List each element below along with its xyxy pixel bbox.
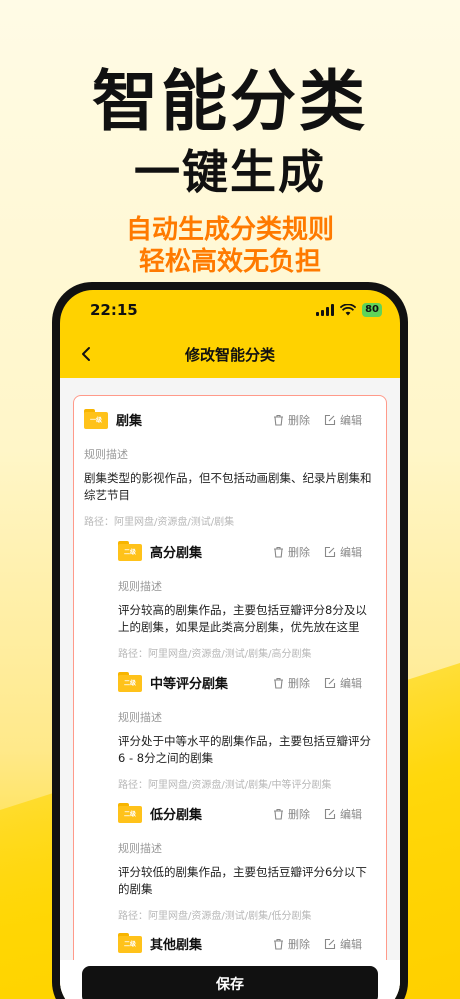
rule-item-level2: 二级 高分剧集 删除 编辑规则描述评分较高的剧集作品，主要包括豆瓣评分8分及以上的剧集… [74,536,386,660]
folder-icon: 一级 [84,409,108,429]
edit-button[interactable]: 编辑 [324,806,362,822]
delete-label: 删除 [288,546,310,559]
rule-header: 二级 低分剧集 删除 编辑 [118,798,372,828]
rule-actions: 删除 编辑 [273,936,362,952]
rule-header: 二级 高分剧集 删除 编辑 [118,536,372,566]
page-title: 修改智能分类 [184,345,275,364]
edit-icon [324,414,336,426]
status-bar: 22:15 80 [60,290,400,330]
rule-item-level2: 二级 低分剧集 删除 编辑规则描述评分较低的剧集作品，主要包括豆瓣评分6分以下的剧集路… [74,798,386,922]
edit-label: 编辑 [340,414,362,427]
delete-button[interactable]: 删除 [273,544,310,560]
rule-header: 二级 其他剧集 删除 编辑 [118,928,372,958]
nav-bar: 修改智能分类 [60,330,400,378]
edit-label: 编辑 [340,677,362,690]
folder-level-badge: 一级 [84,412,108,429]
delete-label: 删除 [288,938,310,951]
delete-button[interactable]: 删除 [273,675,310,691]
edit-label: 编辑 [340,938,362,951]
rule-desc-label: 规则描述 [118,711,162,724]
rule-path: 路径：阿里网盘/资源盘/测试/剧集/低分剧集 [118,911,312,922]
edit-icon [324,938,336,950]
folder-icon: 二级 [118,803,142,823]
rule-actions: 删除 编辑 [273,412,362,428]
edit-label: 编辑 [340,546,362,559]
rule-name: 中等评分剧集 [150,676,229,692]
edit-button[interactable]: 编辑 [324,675,362,691]
rule-desc-label: 规则描述 [118,580,162,593]
rule-description: 剧集类型的影视作品，但不包括动画剧集、纪录片剧集和综艺节目 [84,471,372,502]
delete-label: 删除 [288,808,310,821]
edit-button[interactable]: 编辑 [324,412,362,428]
rule-actions: 删除 编辑 [273,675,362,691]
promo-subtitle: 自动生成分类规则 [125,215,334,245]
rule-item-level1: 一级 剧集 删除 编辑规则描述剧集类型的影视作品，但不包括动画剧集、纪录片剧集和综艺节… [74,404,386,528]
folder-level-badge: 二级 [118,936,142,953]
rule-desc-label: 规则描述 [84,448,128,461]
chevron-left-icon[interactable] [74,342,98,366]
rule-item-level2: 二级 中等评分剧集 删除 编辑规则描述评分处于中等水平的剧集作品，主要包括豆瓣评分6 … [74,667,386,791]
rule-path: 路径：阿里网盘/资源盘/测试/剧集 [84,517,235,528]
edit-button[interactable]: 编辑 [324,936,362,952]
trash-icon [274,938,283,950]
save-button[interactable]: 保存 [82,966,378,999]
rule-desc-label: 规则描述 [118,842,162,855]
promo-title: 智能分类 [92,63,368,140]
rule-description: 评分较高的剧集作品，主要包括豆瓣评分8分及以上的剧集，如果是此类高分剧集，优先放… [118,603,367,634]
folder-level-badge: 二级 [118,675,142,692]
edit-icon [324,808,336,820]
rule-name: 低分剧集 [150,807,203,823]
promo-subtitle-line2: 轻松高效无负担 [138,247,321,277]
rule-description: 评分处于中等水平的剧集作品，主要包括豆瓣评分6 - 8分之间的剧集 [118,734,371,765]
folder-level-badge: 二级 [118,544,142,561]
folder-icon: 二级 [118,672,142,692]
folder-level-badge: 二级 [118,806,142,823]
rule-item-level2: 二级 其他剧集 删除 编辑 [74,928,386,958]
edit-icon [324,677,336,689]
rule-name: 高分剧集 [150,545,203,561]
cellular-signal-icon [316,304,335,316]
rule-header: 二级 中等评分剧集 删除 编辑 [118,667,372,697]
trash-icon [274,546,283,558]
delete-button[interactable]: 删除 [273,936,310,952]
trash-icon [274,677,283,689]
wifi-icon [340,304,357,316]
rule-header: 一级 剧集 删除 编辑 [84,404,372,434]
status-icons: 80 [316,303,382,317]
content-area: 一级 剧集 删除 编辑 规则描述 剧集类型的影视作品，但不包括动画剧集、纪录片剧集和综艺节… [60,378,400,999]
edit-icon [324,546,336,558]
delete-label: 删除 [288,677,310,690]
delete-button[interactable]: 删除 [273,412,310,428]
folder-icon: 二级 [118,541,142,561]
rule-actions: 删除 编辑 [273,544,362,560]
rule-name: 其他剧集 [150,937,203,953]
edit-label: 编辑 [340,808,362,821]
edit-button[interactable]: 编辑 [324,544,362,560]
rule-path: 路径：阿里网盘/资源盘/测试/剧集/中等评分剧集 [118,780,332,791]
delete-label: 删除 [288,414,310,427]
rule-name: 剧集 [116,413,143,429]
phone-screen: 22:15 80 修改智能分类 一级 剧集 删除 编辑 规则描述 剧集类型的影视作品，但不… [60,290,400,999]
delete-button[interactable]: 删除 [273,806,310,822]
status-time: 22:15 [90,301,138,319]
phone-frame: 22:15 80 修改智能分类 一级 剧集 删除 编辑 规则描述 剧集类型的影视作品，但不… [52,282,408,999]
category-rules-card: 一级 剧集 删除 编辑 规则描述 剧集类型的影视作品，但不包括动画剧集、纪录片剧集和综艺节… [73,395,387,999]
trash-icon [274,808,283,820]
save-bar: 保存 [60,960,400,999]
rule-actions: 删除 编辑 [273,806,362,822]
folder-icon: 二级 [118,933,142,953]
battery-icon: 80 [362,303,382,317]
promo-title-line2: 一键生成 [134,145,326,199]
trash-icon [274,414,283,426]
rule-path: 路径：阿里网盘/资源盘/测试/剧集/高分剧集 [118,649,312,660]
promo-headline: 智能分类 一键生成 自动生成分类规则 轻松高效无负担 [0,62,460,278]
rule-description: 评分较低的剧集作品，主要包括豆瓣评分6分以下的剧集 [118,865,367,896]
